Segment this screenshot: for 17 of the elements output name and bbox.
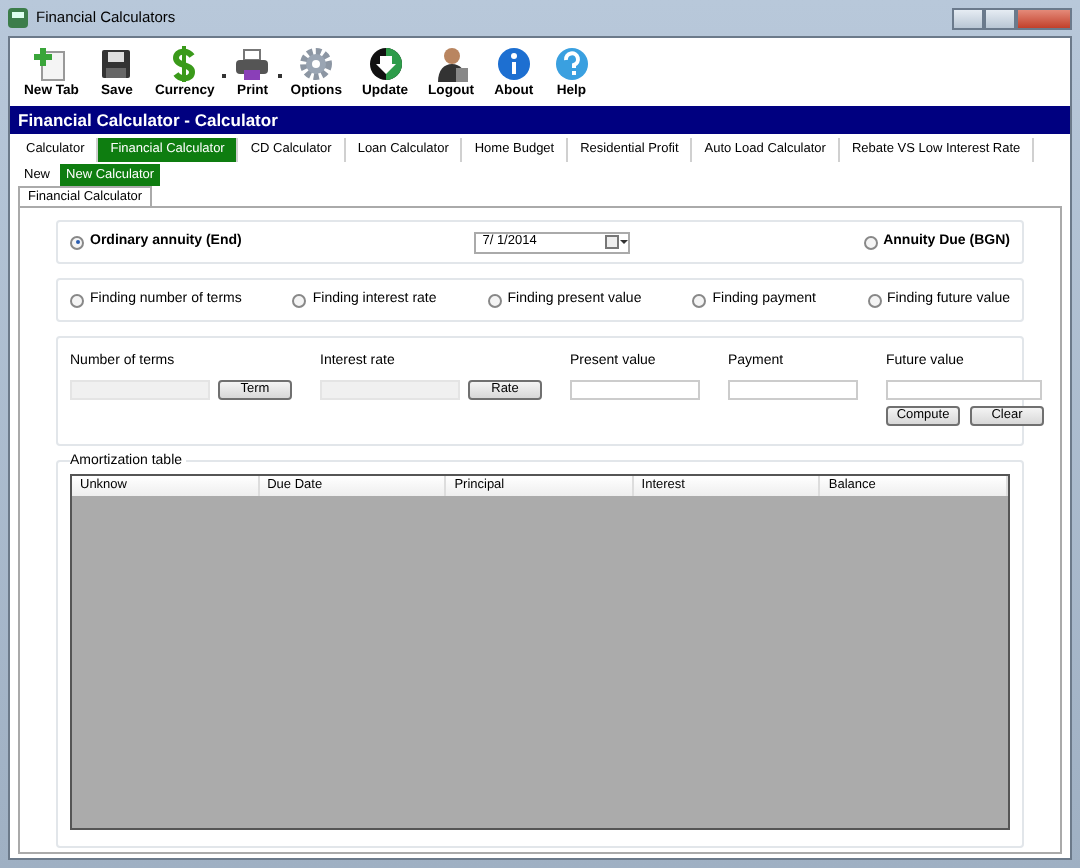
help-icon: [553, 45, 590, 82]
printer-icon: [234, 45, 271, 82]
header-title: Financial Calculator - Calculator: [10, 106, 1070, 134]
gear-icon: [298, 45, 335, 82]
page-icon: [33, 45, 70, 82]
sync-icon: [367, 45, 403, 82]
calendar-icon: [604, 234, 629, 250]
input-field[interactable]: [886, 379, 1042, 399]
input-field[interactable]: [570, 379, 700, 399]
floppy-icon: [98, 45, 135, 82]
person-icon: [433, 45, 470, 82]
close-button[interactable]: [1016, 7, 1072, 29]
info-icon: [495, 45, 532, 82]
maximize-button[interactable]: [984, 7, 1016, 29]
minimize-button[interactable]: [952, 7, 984, 29]
app-icon: [8, 8, 28, 28]
input-field[interactable]: [728, 379, 858, 399]
